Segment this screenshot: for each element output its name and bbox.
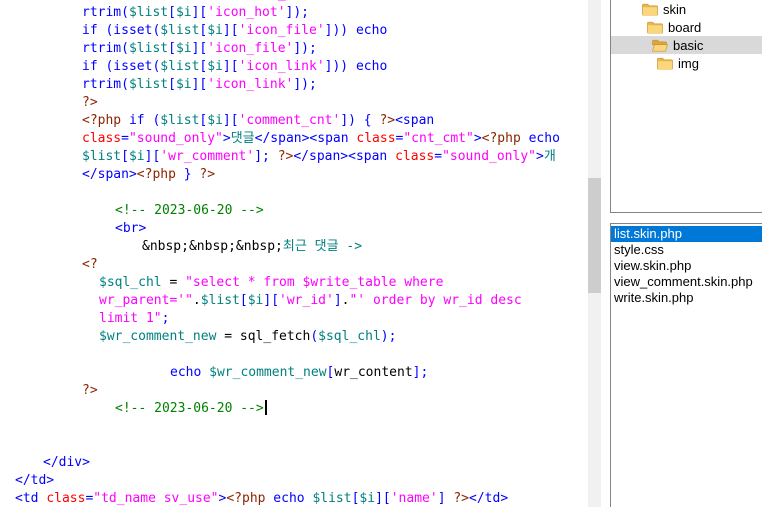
- code-line: [0, 418, 588, 436]
- tree-item-label: skin: [663, 2, 686, 17]
- code-line: $wr_comment_new = sql_fetch($sql_chl);: [0, 328, 588, 346]
- code-line: &nbsp;&nbsp;&nbsp;최근 댓글 ->: [0, 238, 588, 256]
- tree-item-img[interactable]: img: [611, 54, 762, 72]
- code-line: rtrim($list[$i]['icon_file']);: [0, 40, 588, 58]
- folder-icon: [647, 21, 663, 34]
- file-list-panel: list.skin.phpstyle.cssview.skin.phpview_…: [610, 223, 762, 507]
- file-item-list-skin-php[interactable]: list.skin.php: [611, 226, 762, 242]
- code-line: [0, 346, 588, 364]
- tree-item-label: board: [668, 20, 701, 35]
- file-item-style-css[interactable]: style.css: [611, 242, 762, 258]
- tree-item-label: basic: [673, 38, 703, 53]
- code-line: <br>: [0, 220, 588, 238]
- code-line: $list[$i]['wr_comment']; ?></span><span …: [0, 148, 588, 166]
- tree-item-skin[interactable]: skin: [611, 0, 762, 18]
- code-line: $sql_chl = "select * from $write_table w…: [0, 274, 588, 292]
- folder-tree: skin board basic img: [611, 0, 762, 72]
- file-item-write-skin-php[interactable]: write.skin.php: [611, 290, 762, 306]
- code-area: if (isset($list[$i]['icon_hot'])) echort…: [0, 0, 588, 507]
- code-line: rtrim($list[$i]['icon_link']);: [0, 76, 588, 94]
- code-line: </span><?php } ?>: [0, 166, 588, 184]
- folder-icon: [642, 3, 658, 16]
- folder-icon: [657, 57, 673, 70]
- code-line: limit 1";: [0, 310, 588, 328]
- code-line: echo $wr_comment_new[wr_content];: [0, 364, 588, 382]
- tree-item-label: img: [678, 56, 699, 71]
- code-line: ?>: [0, 382, 588, 400]
- code-editor-area[interactable]: if (isset($list[$i]['icon_hot'])) echort…: [0, 0, 588, 507]
- tree-item-board[interactable]: board: [611, 18, 762, 36]
- code-line: ?>: [0, 94, 588, 112]
- code-line: rtrim($list[$i]['icon_hot']);: [0, 4, 588, 22]
- folder-open-icon: [652, 39, 668, 52]
- tree-item-basic[interactable]: basic: [611, 36, 762, 54]
- code-line: if (isset($list[$i]['icon_file'])) echo: [0, 22, 588, 40]
- code-line: <td class="td_name sv_use"><?php echo $l…: [0, 490, 588, 507]
- file-item-view-comment-skin-php[interactable]: view_comment.skin.php: [611, 274, 762, 290]
- code-line: <!-- 2023-06-20 -->: [0, 400, 588, 418]
- code-line: </div>: [0, 454, 588, 472]
- folder-tree-panel: skin board basic img: [610, 0, 762, 213]
- code-line: if (isset($list[$i]['icon_link'])) echo: [0, 58, 588, 76]
- code-line: class="sound_only">댓글</span><span class=…: [0, 130, 588, 148]
- code-line: [0, 184, 588, 202]
- code-line: </td>: [0, 472, 588, 490]
- code-line: <?php if ($list[$i]['comment_cnt']) { ?>…: [0, 112, 588, 130]
- file-item-view-skin-php[interactable]: view.skin.php: [611, 258, 762, 274]
- code-line: wr_parent='".$list[$i]['wr_id']."' order…: [0, 292, 588, 310]
- code-line: <!-- 2023-06-20 -->: [0, 202, 588, 220]
- code-line: <?: [0, 256, 588, 274]
- code-line: [0, 436, 588, 454]
- text-caret: [265, 400, 267, 415]
- file-list: list.skin.phpstyle.cssview.skin.phpview_…: [611, 226, 762, 306]
- editor-vertical-scrollbar-thumb[interactable]: [588, 178, 601, 293]
